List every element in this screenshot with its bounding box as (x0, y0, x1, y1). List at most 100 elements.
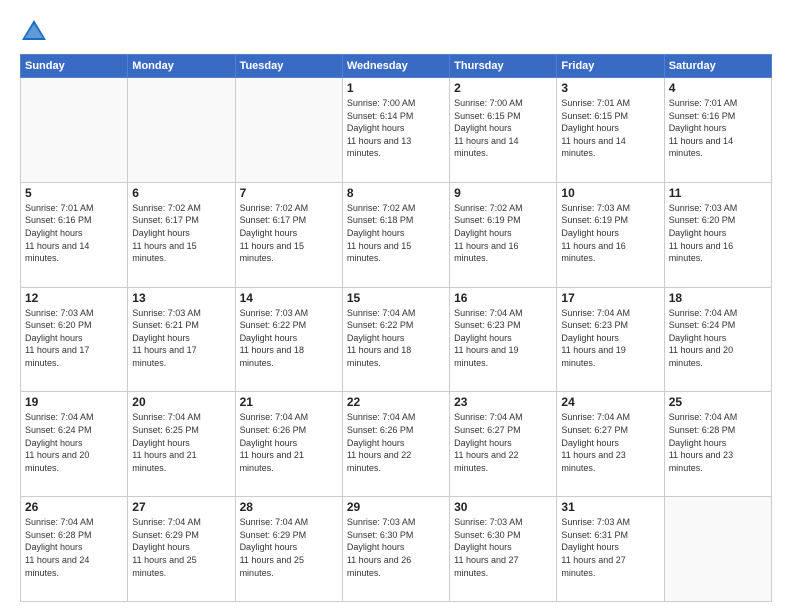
day-info: Sunrise: 7:02 AM Sunset: 6:19 PM Dayligh… (454, 202, 552, 265)
day-cell: 26 Sunrise: 7:04 AM Sunset: 6:28 PM Dayl… (21, 497, 128, 602)
day-cell: 14 Sunrise: 7:03 AM Sunset: 6:22 PM Dayl… (235, 287, 342, 392)
day-cell: 12 Sunrise: 7:03 AM Sunset: 6:20 PM Dayl… (21, 287, 128, 392)
day-number: 31 (561, 500, 659, 514)
day-info: Sunrise: 7:04 AM Sunset: 6:24 PM Dayligh… (669, 307, 767, 370)
day-number: 20 (132, 395, 230, 409)
day-cell (664, 497, 771, 602)
day-number: 22 (347, 395, 445, 409)
day-info: Sunrise: 7:02 AM Sunset: 6:17 PM Dayligh… (132, 202, 230, 265)
weekday-tuesday: Tuesday (235, 55, 342, 78)
day-number: 21 (240, 395, 338, 409)
day-cell: 29 Sunrise: 7:03 AM Sunset: 6:30 PM Dayl… (342, 497, 449, 602)
day-info: Sunrise: 7:02 AM Sunset: 6:17 PM Dayligh… (240, 202, 338, 265)
day-info: Sunrise: 7:04 AM Sunset: 6:26 PM Dayligh… (240, 411, 338, 474)
day-number: 7 (240, 186, 338, 200)
day-cell: 25 Sunrise: 7:04 AM Sunset: 6:28 PM Dayl… (664, 392, 771, 497)
day-info: Sunrise: 7:01 AM Sunset: 6:15 PM Dayligh… (561, 97, 659, 160)
day-number: 18 (669, 291, 767, 305)
day-cell (235, 78, 342, 183)
day-info: Sunrise: 7:03 AM Sunset: 6:20 PM Dayligh… (25, 307, 123, 370)
day-info: Sunrise: 7:04 AM Sunset: 6:27 PM Dayligh… (454, 411, 552, 474)
day-cell: 31 Sunrise: 7:03 AM Sunset: 6:31 PM Dayl… (557, 497, 664, 602)
weekday-sunday: Sunday (21, 55, 128, 78)
day-info: Sunrise: 7:03 AM Sunset: 6:21 PM Dayligh… (132, 307, 230, 370)
day-info: Sunrise: 7:04 AM Sunset: 6:26 PM Dayligh… (347, 411, 445, 474)
day-number: 24 (561, 395, 659, 409)
day-number: 16 (454, 291, 552, 305)
week-row-1: 1 Sunrise: 7:00 AM Sunset: 6:14 PM Dayli… (21, 78, 772, 183)
day-number: 29 (347, 500, 445, 514)
day-cell: 4 Sunrise: 7:01 AM Sunset: 6:16 PM Dayli… (664, 78, 771, 183)
header (20, 18, 772, 46)
day-cell: 2 Sunrise: 7:00 AM Sunset: 6:15 PM Dayli… (450, 78, 557, 183)
day-info: Sunrise: 7:02 AM Sunset: 6:18 PM Dayligh… (347, 202, 445, 265)
day-number: 5 (25, 186, 123, 200)
day-info: Sunrise: 7:04 AM Sunset: 6:29 PM Dayligh… (240, 516, 338, 579)
day-info: Sunrise: 7:03 AM Sunset: 6:30 PM Dayligh… (454, 516, 552, 579)
day-info: Sunrise: 7:04 AM Sunset: 6:25 PM Dayligh… (132, 411, 230, 474)
day-info: Sunrise: 7:00 AM Sunset: 6:14 PM Dayligh… (347, 97, 445, 160)
week-row-4: 19 Sunrise: 7:04 AM Sunset: 6:24 PM Dayl… (21, 392, 772, 497)
day-cell: 1 Sunrise: 7:00 AM Sunset: 6:14 PM Dayli… (342, 78, 449, 183)
day-cell: 5 Sunrise: 7:01 AM Sunset: 6:16 PM Dayli… (21, 182, 128, 287)
day-info: Sunrise: 7:04 AM Sunset: 6:23 PM Dayligh… (561, 307, 659, 370)
day-cell: 23 Sunrise: 7:04 AM Sunset: 6:27 PM Dayl… (450, 392, 557, 497)
weekday-monday: Monday (128, 55, 235, 78)
day-number: 26 (25, 500, 123, 514)
weekday-header-row: SundayMondayTuesdayWednesdayThursdayFrid… (21, 55, 772, 78)
day-cell: 24 Sunrise: 7:04 AM Sunset: 6:27 PM Dayl… (557, 392, 664, 497)
day-number: 25 (669, 395, 767, 409)
day-cell (21, 78, 128, 183)
day-cell: 17 Sunrise: 7:04 AM Sunset: 6:23 PM Dayl… (557, 287, 664, 392)
day-cell: 3 Sunrise: 7:01 AM Sunset: 6:15 PM Dayli… (557, 78, 664, 183)
day-number: 11 (669, 186, 767, 200)
page: SundayMondayTuesdayWednesdayThursdayFrid… (0, 0, 792, 612)
day-number: 4 (669, 81, 767, 95)
day-info: Sunrise: 7:01 AM Sunset: 6:16 PM Dayligh… (669, 97, 767, 160)
day-cell (128, 78, 235, 183)
weekday-saturday: Saturday (664, 55, 771, 78)
week-row-5: 26 Sunrise: 7:04 AM Sunset: 6:28 PM Dayl… (21, 497, 772, 602)
day-cell: 8 Sunrise: 7:02 AM Sunset: 6:18 PM Dayli… (342, 182, 449, 287)
day-cell: 22 Sunrise: 7:04 AM Sunset: 6:26 PM Dayl… (342, 392, 449, 497)
weekday-wednesday: Wednesday (342, 55, 449, 78)
day-cell: 19 Sunrise: 7:04 AM Sunset: 6:24 PM Dayl… (21, 392, 128, 497)
day-info: Sunrise: 7:03 AM Sunset: 6:19 PM Dayligh… (561, 202, 659, 265)
day-cell: 27 Sunrise: 7:04 AM Sunset: 6:29 PM Dayl… (128, 497, 235, 602)
day-number: 15 (347, 291, 445, 305)
day-number: 12 (25, 291, 123, 305)
day-info: Sunrise: 7:04 AM Sunset: 6:28 PM Dayligh… (669, 411, 767, 474)
day-info: Sunrise: 7:00 AM Sunset: 6:15 PM Dayligh… (454, 97, 552, 160)
day-info: Sunrise: 7:04 AM Sunset: 6:28 PM Dayligh… (25, 516, 123, 579)
day-info: Sunrise: 7:04 AM Sunset: 6:24 PM Dayligh… (25, 411, 123, 474)
day-number: 3 (561, 81, 659, 95)
day-cell: 6 Sunrise: 7:02 AM Sunset: 6:17 PM Dayli… (128, 182, 235, 287)
day-info: Sunrise: 7:03 AM Sunset: 6:31 PM Dayligh… (561, 516, 659, 579)
day-number: 1 (347, 81, 445, 95)
day-number: 17 (561, 291, 659, 305)
week-row-2: 5 Sunrise: 7:01 AM Sunset: 6:16 PM Dayli… (21, 182, 772, 287)
day-cell: 13 Sunrise: 7:03 AM Sunset: 6:21 PM Dayl… (128, 287, 235, 392)
day-info: Sunrise: 7:03 AM Sunset: 6:20 PM Dayligh… (669, 202, 767, 265)
day-number: 14 (240, 291, 338, 305)
day-cell: 11 Sunrise: 7:03 AM Sunset: 6:20 PM Dayl… (664, 182, 771, 287)
day-cell: 20 Sunrise: 7:04 AM Sunset: 6:25 PM Dayl… (128, 392, 235, 497)
day-info: Sunrise: 7:04 AM Sunset: 6:29 PM Dayligh… (132, 516, 230, 579)
day-number: 19 (25, 395, 123, 409)
day-cell: 30 Sunrise: 7:03 AM Sunset: 6:30 PM Dayl… (450, 497, 557, 602)
day-number: 30 (454, 500, 552, 514)
day-cell: 28 Sunrise: 7:04 AM Sunset: 6:29 PM Dayl… (235, 497, 342, 602)
day-number: 8 (347, 186, 445, 200)
day-number: 6 (132, 186, 230, 200)
day-number: 28 (240, 500, 338, 514)
day-cell: 15 Sunrise: 7:04 AM Sunset: 6:22 PM Dayl… (342, 287, 449, 392)
day-cell: 7 Sunrise: 7:02 AM Sunset: 6:17 PM Dayli… (235, 182, 342, 287)
day-number: 23 (454, 395, 552, 409)
day-number: 13 (132, 291, 230, 305)
logo-icon (20, 18, 48, 46)
logo (20, 18, 52, 46)
day-info: Sunrise: 7:04 AM Sunset: 6:23 PM Dayligh… (454, 307, 552, 370)
day-info: Sunrise: 7:03 AM Sunset: 6:30 PM Dayligh… (347, 516, 445, 579)
day-cell: 10 Sunrise: 7:03 AM Sunset: 6:19 PM Dayl… (557, 182, 664, 287)
day-info: Sunrise: 7:03 AM Sunset: 6:22 PM Dayligh… (240, 307, 338, 370)
